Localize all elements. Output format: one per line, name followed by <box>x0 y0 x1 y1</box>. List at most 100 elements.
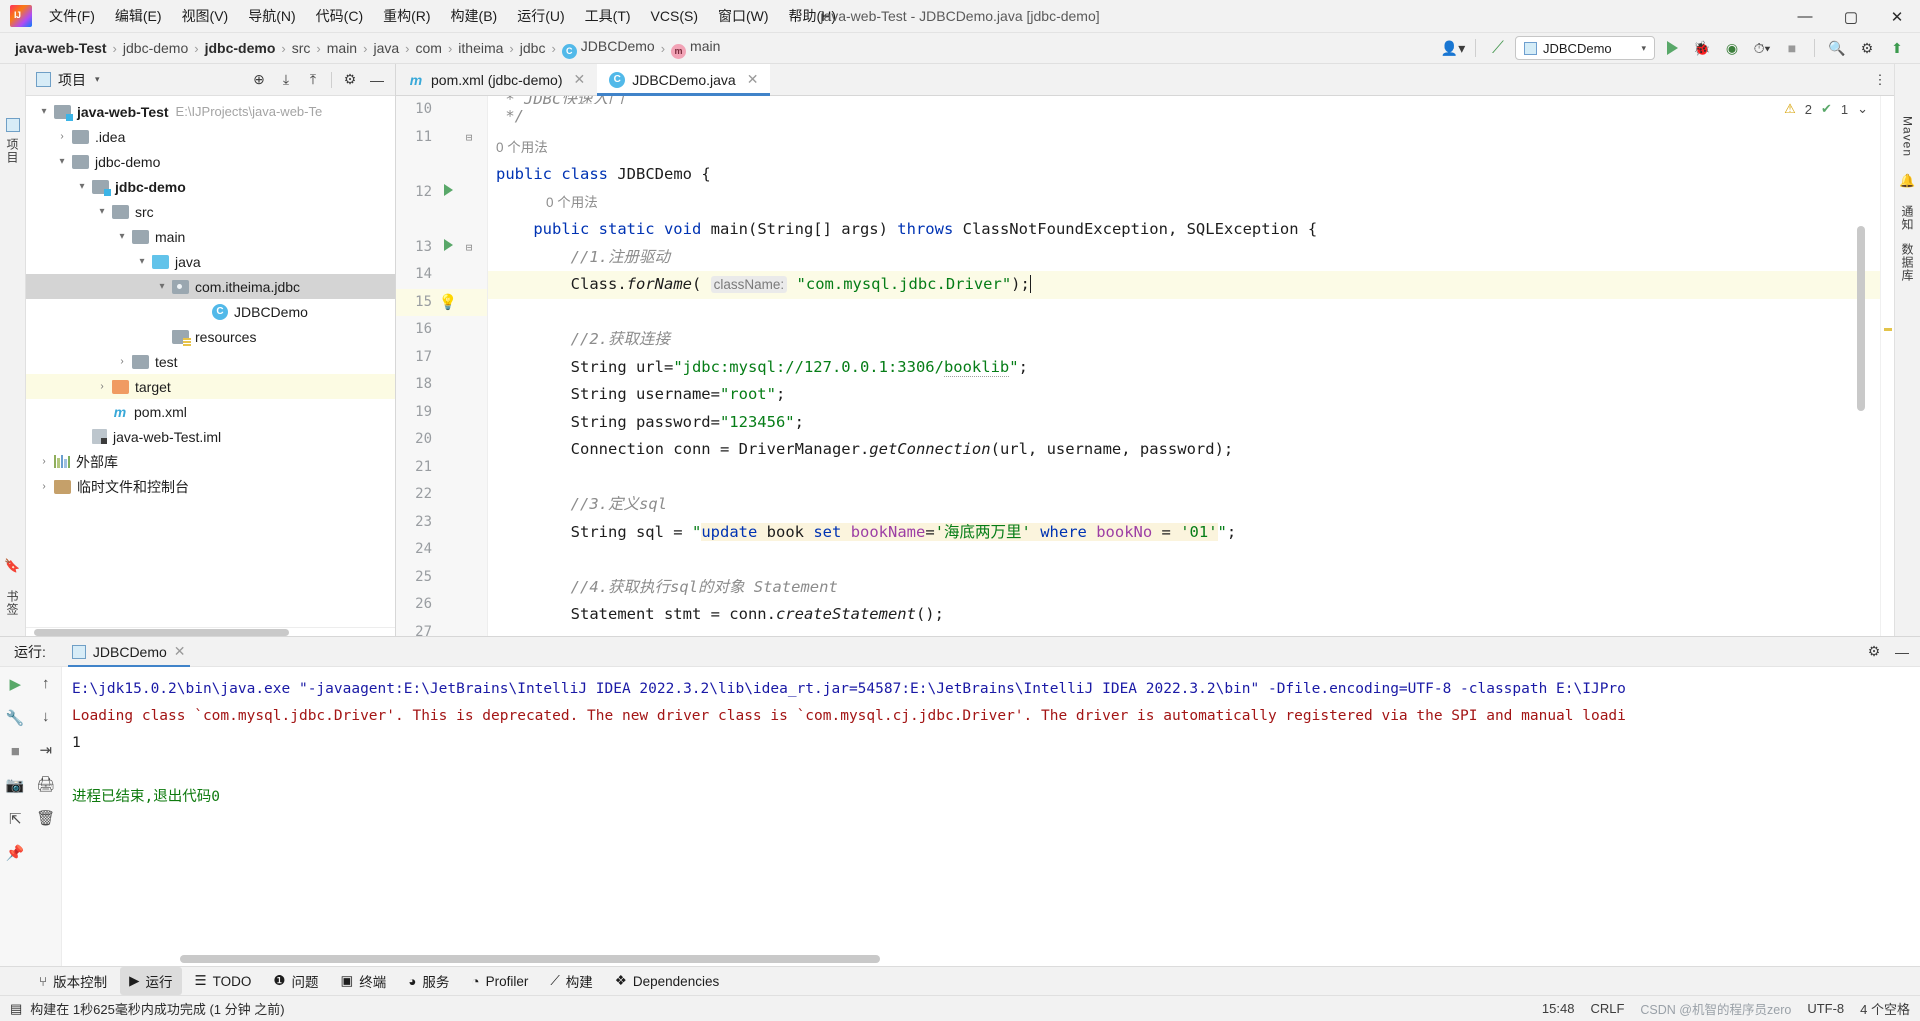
tree-row-package-com-itheima-jdbc[interactable]: ▾ com.itheima.jdbc <box>26 274 395 299</box>
run-button[interactable] <box>1659 36 1685 60</box>
right-rail-maven-label[interactable]: Maven <box>1899 110 1917 163</box>
menu-code[interactable]: 代码(C) <box>307 2 372 30</box>
tab-jdbcdemo-java[interactable]: C JDBCDemo.java ✕ <box>597 64 771 96</box>
coverage-button[interactable]: ◉ <box>1719 36 1745 60</box>
pin-icon[interactable]: 📌 <box>6 844 25 862</box>
tree-row-pom-xml[interactable]: m pom.xml <box>26 399 395 424</box>
breadcrumb-item-8[interactable]: jdbc <box>517 38 549 58</box>
tree-arrow[interactable]: ▾ <box>112 231 132 242</box>
left-rail-project-label[interactable]: 项目 <box>2 132 23 170</box>
tab-pom-xml[interactable]: m pom.xml (jdbc-demo) ✕ <box>396 64 597 95</box>
tree-arrow[interactable]: ▾ <box>152 281 172 292</box>
breadcrumb-item-1[interactable]: jdbc-demo <box>120 38 191 58</box>
stripe-mark-warning[interactable] <box>1884 328 1892 331</box>
tree-arrow[interactable]: ▾ <box>132 256 152 267</box>
menu-tools[interactable]: 工具(T) <box>576 2 640 30</box>
tool-button-version-control[interactable]: ⑂ 版本控制 <box>30 967 116 995</box>
close-icon[interactable]: ✕ <box>174 643 186 660</box>
usage-hint-class[interactable]: 0 个用法 <box>488 134 1880 162</box>
gear-icon[interactable]: ⚙ <box>338 69 362 91</box>
down-icon[interactable]: ↓ <box>42 708 50 725</box>
collapse-all-icon[interactable]: ⤒ <box>301 69 325 91</box>
tree-arrow[interactable]: ▾ <box>52 156 72 167</box>
minimize-icon[interactable]: — <box>1890 641 1914 663</box>
tree-row-java[interactable]: ▾ java <box>26 249 395 274</box>
tree-arrow[interactable]: ▾ <box>92 206 112 217</box>
locate-icon[interactable]: ⊕ <box>247 69 271 91</box>
tree-arrow[interactable]: › <box>52 131 72 142</box>
tree-row-target[interactable]: › target <box>26 374 395 399</box>
menu-vcs[interactable]: VCS(S) <box>642 4 707 28</box>
scrollbar-thumb[interactable] <box>34 629 289 636</box>
close-icon[interactable]: ✕ <box>747 71 759 88</box>
camera-icon[interactable]: 📷 <box>6 776 25 794</box>
tree-arrow[interactable]: ▾ <box>72 181 92 192</box>
tree-row-idea[interactable]: › .idea <box>26 124 395 149</box>
breadcrumb-item-7[interactable]: itheima <box>455 38 506 58</box>
menu-edit[interactable]: 编辑(E) <box>106 2 171 30</box>
bookmark-icon[interactable]: 🔖 <box>4 558 20 574</box>
tool-button-problems[interactable]: ❶ 问题 <box>264 967 327 995</box>
menu-run[interactable]: 运行(U) <box>508 2 573 30</box>
tree-row-resources[interactable]: resources <box>26 324 395 349</box>
tool-button-build[interactable]: ⟋ 构建 <box>541 967 601 995</box>
usage-hint-method[interactable]: 0 个用法 <box>488 189 1880 217</box>
tool-button-services[interactable]: ◕ 服务 <box>399 967 458 995</box>
menu-file[interactable]: 文件(F) <box>40 2 104 30</box>
breadcrumb-item-6[interactable]: com <box>412 38 444 58</box>
encoding-indicator[interactable]: UTF-8 <box>1807 1001 1844 1016</box>
gear-icon[interactable]: ⚙ <box>1854 36 1880 60</box>
error-stripe[interactable] <box>1880 96 1894 636</box>
chevron-down-icon[interactable]: ⌄ <box>1857 101 1868 117</box>
stop-button[interactable]: ■ <box>1779 36 1805 60</box>
console-horizontal-scrollbar[interactable] <box>180 955 880 963</box>
profile-button[interactable]: ⏱▾ <box>1749 36 1775 60</box>
print-icon[interactable]: 🖨 <box>36 775 55 793</box>
debug-button[interactable]: 🐞 <box>1689 36 1715 60</box>
intention-bulb-icon[interactable]: 💡 <box>438 289 458 317</box>
tree-row-jdbcdemo-class[interactable]: C JDBCDemo <box>26 299 395 324</box>
tree-row-main[interactable]: ▾ main <box>26 224 395 249</box>
menu-build[interactable]: 构建(B) <box>442 2 507 30</box>
editor-options-icon[interactable]: ⋮ <box>1866 64 1894 95</box>
right-rail-notifications-label[interactable]: 通知 <box>1897 199 1918 237</box>
tree-row-java-web-test[interactable]: ▾ java-web-Test E:\IJProjects\java-web-T… <box>26 99 395 124</box>
tool-button-profiler[interactable]: ◔ Profiler <box>462 970 537 993</box>
editor-vertical-scrollbar[interactable] <box>1857 226 1865 411</box>
project-tool-icon[interactable] <box>5 118 20 132</box>
close-icon[interactable]: ✕ <box>573 71 585 88</box>
left-rail-bookmark-label[interactable]: 书签 <box>2 584 23 622</box>
project-tree[interactable]: ▾ java-web-Test E:\IJProjects\java-web-T… <box>26 96 395 627</box>
tree-row-jdbc-demo-parent[interactable]: ▾ jdbc-demo <box>26 149 395 174</box>
code-line-15[interactable]: Class.forName( className: "com.mysql.jdb… <box>488 271 1880 299</box>
chevron-down-icon[interactable]: ▾ <box>95 74 100 85</box>
tree-row-scratches-consoles[interactable]: › 临时文件和控制台 <box>26 474 395 499</box>
run-gutter-icon[interactable] <box>438 234 458 262</box>
tree-arrow[interactable]: › <box>34 481 54 492</box>
code-content[interactable]: * JDBC快速入门 */ 0 个用法 public class JDBCDem… <box>488 96 1880 636</box>
user-icon[interactable]: 👤▾ <box>1440 36 1466 60</box>
tool-button-run[interactable]: ▶ 运行 <box>120 967 182 995</box>
menu-navigate[interactable]: 导航(N) <box>239 2 304 30</box>
inspection-widget[interactable]: ⚠ 2 ✔ 1 ⌄ <box>1784 101 1868 117</box>
hammer-icon[interactable]: ⟋ <box>1485 36 1511 60</box>
right-rail-database-label[interactable]: 数据库 <box>1897 237 1918 288</box>
rerun-icon[interactable]: ▶ <box>9 675 21 693</box>
breadcrumb-item-4[interactable]: main <box>324 38 360 58</box>
tree-row-jdbc-demo-module[interactable]: ▾ jdbc-demo <box>26 174 395 199</box>
tree-row-test[interactable]: › test <box>26 349 395 374</box>
console-output[interactable]: E:\jdk15.0.2\bin\java.exe "-javaagent:E:… <box>62 667 1920 966</box>
breadcrumb-item-10[interactable]: m main <box>668 36 723 61</box>
tool-button-todo[interactable]: ☰ TODO <box>186 969 261 993</box>
minimize-button[interactable]: — <box>1782 0 1828 33</box>
tool-button-terminal[interactable]: ▣ 终端 <box>331 967 395 995</box>
breadcrumb-item-3[interactable]: src <box>289 38 314 58</box>
tree-row-src[interactable]: ▾ src <box>26 199 395 224</box>
editor-viewport[interactable]: ⚠ 2 ✔ 1 ⌄ 10 11 ⊟ 12 13 ⊟ 14 15 💡 16 17 … <box>396 96 1894 636</box>
tree-arrow[interactable]: › <box>92 381 112 392</box>
wrap-icon[interactable]: ⇥ <box>39 741 52 759</box>
update-icon[interactable]: ⬆ <box>1884 36 1910 60</box>
status-message[interactable]: 构建在 1秒625毫秒内成功完成 (1 分钟 之前) <box>30 999 284 1018</box>
breadcrumb-item-9[interactable]: C JDBCDemo <box>559 36 658 61</box>
up-icon[interactable]: ↑ <box>42 675 50 692</box>
